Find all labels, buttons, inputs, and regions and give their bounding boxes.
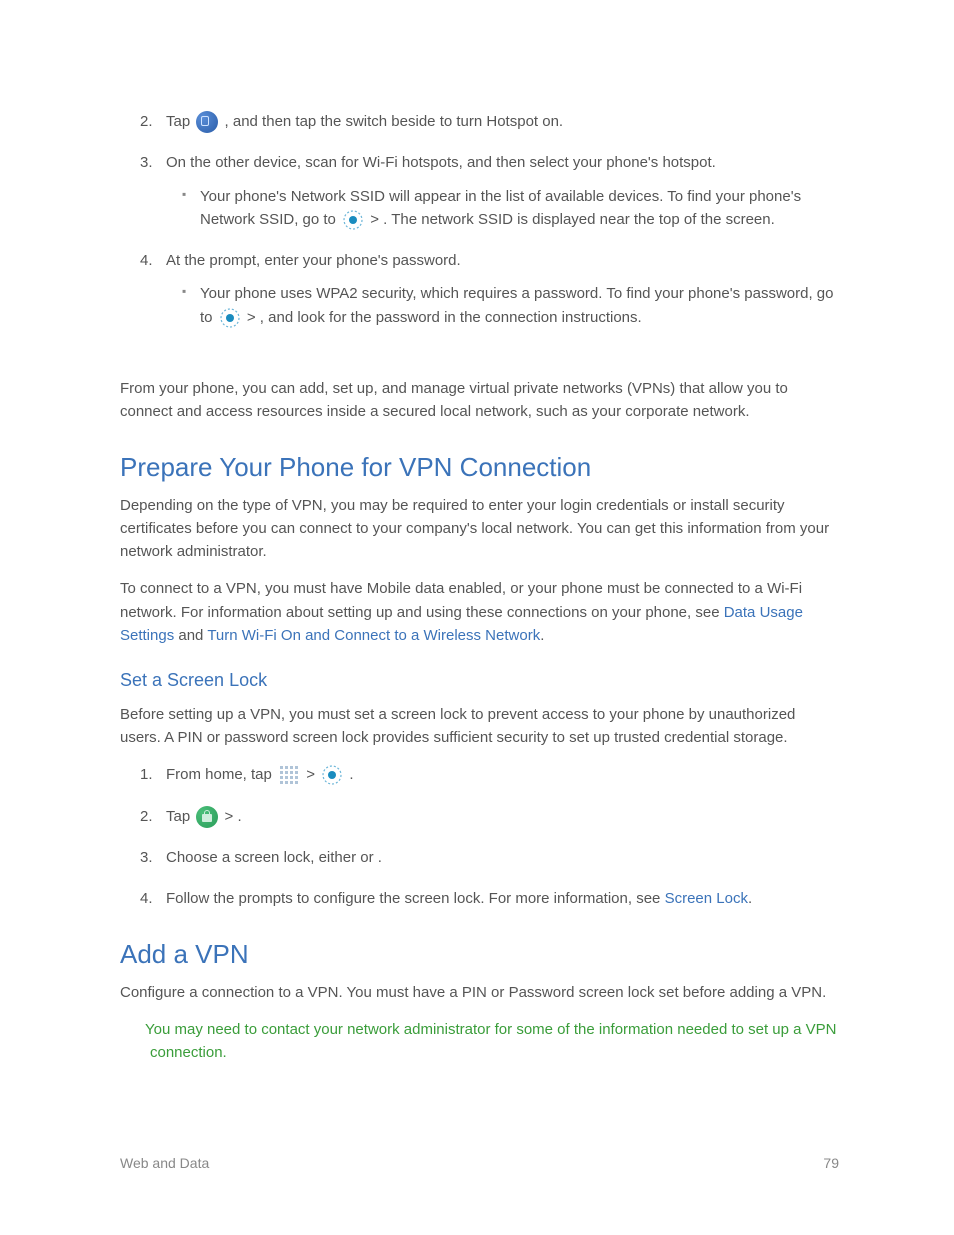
settings-icon [219, 307, 241, 329]
step-text: or [360, 849, 378, 866]
bullet-text: > [370, 211, 383, 228]
footer-section: Web and Data [120, 1153, 209, 1175]
text: and [178, 627, 207, 644]
heading-add-vpn: Add a VPN [120, 934, 839, 974]
bullet-text: . The network SSID is displayed near the… [383, 211, 775, 228]
step-text: Choose a screen lock, either [166, 849, 360, 866]
step-2: 2. Tap > . [120, 805, 839, 828]
step-1: 1. From home, tap > . [120, 763, 839, 786]
hotspot-steps: 2. Tap , and then tap the switch beside … [120, 110, 839, 329]
step-text: > [306, 766, 319, 783]
sub-bullets: Your phone uses WPA2 security, which req… [166, 282, 839, 329]
sub-bullets: Your phone's Network SSID will appear in… [166, 185, 839, 232]
step-3: 3. Choose a screen lock, either or . [120, 846, 839, 869]
addvpn-paragraph: Configure a connection to a VPN. You mus… [120, 981, 839, 1004]
settings-icon [342, 209, 364, 231]
step-text: , and then tap the [225, 113, 346, 130]
step-3: 3. On the other device, scan for Wi-Fi h… [120, 151, 839, 231]
footer-page-number: 79 [823, 1153, 839, 1175]
step-number: 1. [140, 763, 153, 786]
document-page: 2. Tap , and then tap the switch beside … [0, 0, 954, 1235]
step-text: Tap [166, 808, 194, 825]
screenlock-paragraph: Before setting up a VPN, you must set a … [120, 703, 839, 750]
link-wifi-on[interactable]: Turn Wi-Fi On and Connect to a Wireless … [207, 627, 540, 644]
settings-icon [321, 764, 343, 786]
step-4: 4. At the prompt, enter your phone's pas… [120, 249, 839, 329]
link-screen-lock[interactable]: Screen Lock [665, 890, 748, 907]
prepare-paragraph-2: To connect to a VPN, you must have Mobil… [120, 577, 839, 647]
step-number: 4. [140, 887, 153, 910]
prepare-paragraph-1: Depending on the type of VPN, you may be… [120, 494, 839, 564]
bullet-item: Your phone's Network SSID will appear in… [166, 185, 839, 232]
heading-prepare-vpn: Prepare Your Phone for VPN Connection [120, 447, 839, 487]
text: To connect to a VPN, you must have Mobil… [120, 580, 802, 620]
step-text: . [748, 890, 752, 907]
heading-screen-lock: Set a Screen Lock [120, 667, 839, 695]
screenlock-steps: 1. From home, tap > . 2. Tap > . [120, 763, 839, 910]
note-text: You may need to contact your network adm… [120, 1018, 839, 1065]
step-number: 4. [140, 249, 153, 272]
step-text: switch beside [345, 113, 439, 130]
step-text: From home, tap [166, 766, 276, 783]
text: . [540, 627, 544, 644]
bullet-item: Your phone uses WPA2 security, which req… [166, 282, 839, 329]
apps-icon [278, 764, 300, 786]
step-number: 2. [140, 110, 153, 133]
step-text: to turn Hotspot on. [440, 113, 563, 130]
step-text: Follow the prompts to configure the scre… [166, 890, 665, 907]
step-number: 3. [140, 846, 153, 869]
step-4: 4. Follow the prompts to configure the s… [120, 887, 839, 910]
hotspot-icon [196, 111, 218, 133]
step-2: 2. Tap , and then tap the switch beside … [120, 110, 839, 133]
note-content: You may need to contact your network adm… [145, 1021, 837, 1061]
bullet-text: > [247, 309, 260, 326]
step-number: 2. [140, 805, 153, 828]
step-text: At the prompt, enter your phone's passwo… [166, 252, 461, 269]
step-text: Tap [166, 113, 194, 130]
step-text: . [349, 766, 353, 783]
step-text: On the other device, scan for Wi-Fi hots… [166, 154, 716, 171]
page-footer: Web and Data 79 [120, 1153, 839, 1175]
step-number: 3. [140, 151, 153, 174]
step-text: . [237, 808, 241, 825]
step-text: > [225, 808, 238, 825]
lock-screen-icon [196, 806, 218, 828]
step-text: . [378, 849, 382, 866]
vpn-intro: From your phone, you can add, set up, an… [120, 377, 839, 424]
bullet-text: , and look for the password in the conne… [260, 309, 642, 326]
